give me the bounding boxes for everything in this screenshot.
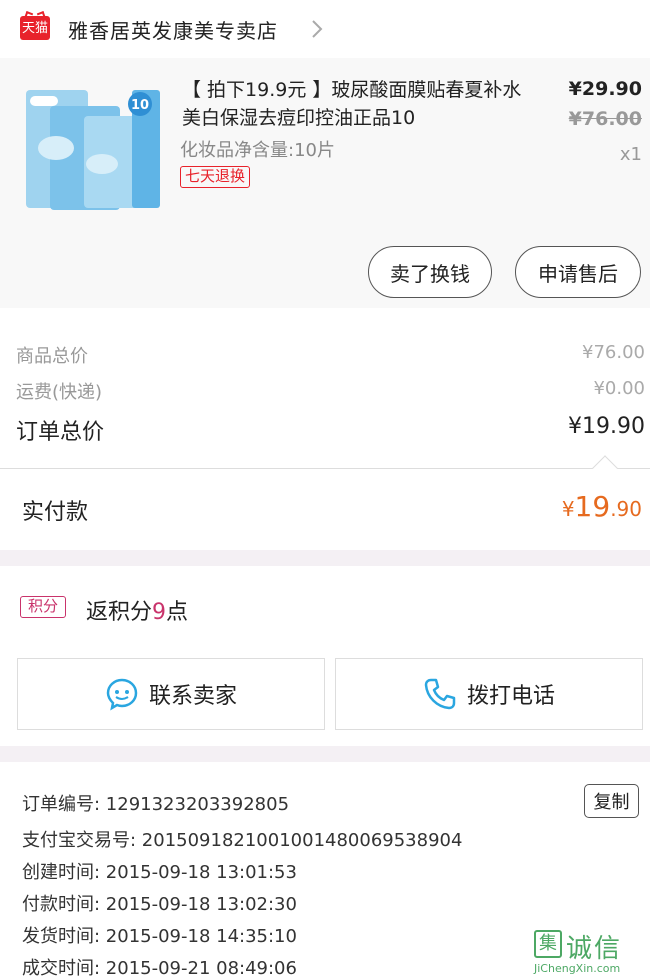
product-image-badge: 10 xyxy=(131,98,149,113)
watermark-url: JiChengXin.com xyxy=(534,962,621,975)
shipped-time: 发货时间: 2015-09-18 14:35:10 xyxy=(22,926,297,947)
quantity: x1 xyxy=(619,144,642,165)
tmall-badge-text: 天猫 xyxy=(21,20,48,36)
shipping-label: 运费(快递) xyxy=(16,382,103,403)
contact-seller-label: 联系卖家 xyxy=(148,684,237,709)
contact-section: 联系卖家 拨打电话 xyxy=(0,656,650,748)
return-policy-badge: 七天退换 xyxy=(180,166,251,188)
product-card[interactable]: 10 【 拍下19.9元 】玻尿酸面膜贴春夏补水美白保湿去痘印控油正品10 化妆… xyxy=(0,58,650,308)
chevron-right-icon xyxy=(312,20,323,38)
call-phone-label: 拨打电话 xyxy=(466,684,555,709)
copy-button[interactable]: 复制 xyxy=(584,784,639,818)
points-prefix: 返积分 xyxy=(86,600,153,625)
product-image[interactable]: 10 xyxy=(20,70,165,215)
points-badge: 积分 xyxy=(20,596,66,618)
contact-seller-button[interactable]: 联系卖家 xyxy=(17,658,325,730)
call-phone-button[interactable]: 拨打电话 xyxy=(335,658,643,730)
paid-decimal: .90 xyxy=(610,497,642,521)
watermark-text: 诚信 xyxy=(566,934,623,964)
points-text: 返积分9点 xyxy=(86,594,188,626)
paid-value: ¥19.90 xyxy=(562,490,642,523)
product-spec: 化妆品净含量:10片 xyxy=(180,140,335,161)
price-summary: 商品总价 ¥76.00 运费(快递) ¥0.00 订单总价 ¥19.90 xyxy=(0,330,650,470)
order-number: 订单编号: 1291323203392805 xyxy=(22,794,290,815)
after-sale-button[interactable]: 申请售后 xyxy=(515,246,641,298)
paid-amount-row: 实付款 ¥19.90 xyxy=(0,470,650,550)
points-value: 9 xyxy=(152,600,167,625)
section-gap xyxy=(0,550,650,566)
section-gap xyxy=(0,746,650,762)
store-name[interactable]: 雅香居英发康美专卖店 xyxy=(68,15,278,44)
chat-bubble-icon xyxy=(106,678,138,711)
store-header[interactable]: 天猫 雅香居英发康美专卖店 xyxy=(0,0,650,58)
paid-time: 付款时间: 2015-09-18 13:02:30 xyxy=(22,894,297,915)
points-row: 积分 返积分9点 xyxy=(0,566,650,656)
paid-label: 实付款 xyxy=(22,500,89,525)
points-suffix: 点 xyxy=(166,600,189,625)
product-title[interactable]: 【 拍下19.9元 】玻尿酸面膜贴春夏补水美白保湿去痘印控油正品10 xyxy=(182,76,522,132)
alipay-number: 支付宝交易号: 2015091821001001480069538904 xyxy=(22,830,463,851)
order-total-value: ¥19.90 xyxy=(568,414,645,439)
goods-total-label: 商品总价 xyxy=(16,346,88,367)
order-total-label: 订单总价 xyxy=(16,420,105,445)
original-price: ¥76.00 xyxy=(568,108,642,130)
watermark-logo: 集 xyxy=(534,930,562,958)
completed-time: 成交时间: 2015-09-21 08:49:06 xyxy=(22,958,297,978)
watermark: 集 诚信 JiChengXin.com xyxy=(534,928,650,978)
spacer xyxy=(0,308,650,330)
created-time: 创建时间: 2015-09-18 13:01:53 xyxy=(22,862,297,883)
sell-button[interactable]: 卖了换钱 xyxy=(368,246,492,298)
current-price: ¥29.90 xyxy=(568,78,642,100)
goods-total-value: ¥76.00 xyxy=(582,342,645,363)
paid-integer: 19 xyxy=(574,490,611,523)
paid-currency: ¥ xyxy=(561,497,575,521)
tmall-icon: 天猫 xyxy=(20,16,50,40)
divider xyxy=(0,468,650,469)
phone-icon xyxy=(424,678,456,710)
shipping-value: ¥0.00 xyxy=(593,378,645,399)
